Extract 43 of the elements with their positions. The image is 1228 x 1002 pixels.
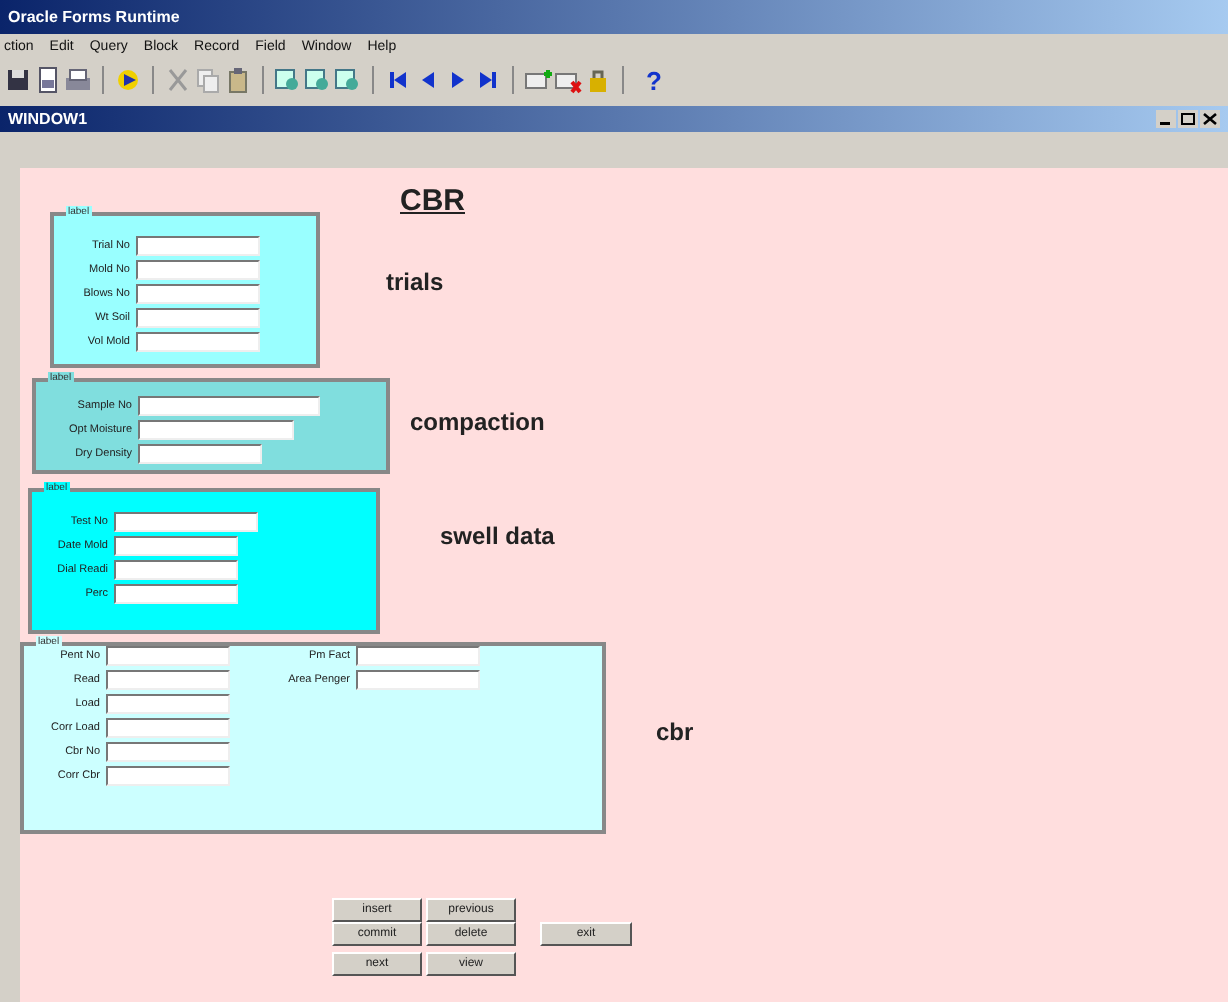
maximize-icon[interactable] [1178,110,1198,128]
input-field[interactable] [138,444,262,464]
run-icon[interactable] [114,66,142,94]
input-field[interactable] [106,766,230,786]
lock-icon[interactable] [584,66,612,94]
query-icon[interactable] [334,66,362,94]
close-icon[interactable] [1200,110,1220,128]
query-icon[interactable] [304,66,332,94]
last-icon[interactable] [474,66,502,94]
input-field[interactable] [114,584,238,604]
input-field[interactable] [138,396,320,416]
input-field[interactable] [106,718,230,738]
input-field[interactable] [106,742,230,762]
input-field[interactable] [106,646,230,666]
section-title: cbr [656,718,694,746]
paste-icon[interactable] [224,66,252,94]
input-field[interactable] [136,236,260,256]
input-field[interactable] [138,420,294,440]
input-field[interactable] [114,536,238,556]
printer-icon[interactable] [64,66,92,94]
input-field[interactable] [136,260,260,280]
input-field[interactable] [106,670,230,690]
app-title: Oracle Forms Runtime [8,8,180,26]
input-field[interactable] [136,332,260,352]
document-icon[interactable] [34,66,62,94]
input-field[interactable] [136,284,260,304]
help-button[interactable]: ? [646,65,662,95]
input-field[interactable] [106,694,230,714]
input-field[interactable] [136,308,260,328]
input-field[interactable] [114,512,258,532]
minimize-icon[interactable] [1156,110,1176,128]
section-title: compaction [410,408,545,436]
first-icon[interactable] [384,66,412,94]
form-title: CBR [400,184,465,218]
input-field[interactable] [356,670,480,690]
section-title: swell data [440,522,555,550]
section-title: trials [386,268,444,296]
window-title: WINDOW1 [8,110,88,128]
query-icon[interactable] [274,66,302,94]
input-field[interactable] [356,646,480,666]
insert-record-icon[interactable] [524,66,552,94]
input-field[interactable] [114,560,238,580]
save-icon[interactable] [4,66,32,94]
